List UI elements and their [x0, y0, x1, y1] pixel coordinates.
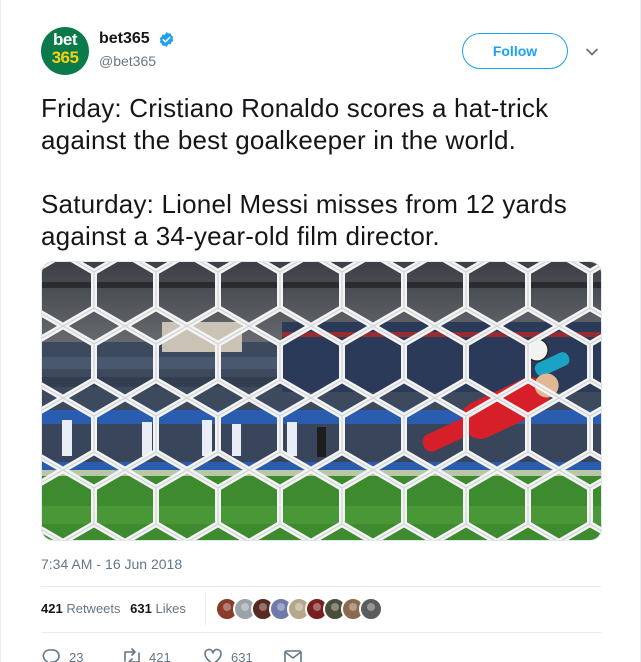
- likes-count: 631: [130, 601, 152, 616]
- verified-badge-icon: [159, 31, 174, 47]
- envelope-icon: [284, 650, 302, 662]
- tweet-stats: 421 Retweets 631 Likes: [41, 593, 206, 625]
- tweet-text: Friday: Cristiano Ronaldo scores a hat-t…: [41, 93, 567, 251]
- liker-avatar-face: [313, 603, 321, 611]
- tweet-timestamp[interactable]: 7:34 AM -16 Jun 2018: [41, 556, 182, 572]
- display-name[interactable]: bet365: [99, 30, 150, 48]
- timestamp-separator: -: [96, 556, 102, 572]
- tweet-time: 7:34 AM: [41, 556, 93, 572]
- stats-separator: [205, 593, 206, 625]
- liker-avatar-face: [259, 603, 267, 611]
- follow-button[interactable]: Follow: [462, 33, 568, 69]
- liker-avatar-face: [223, 603, 231, 611]
- avatar-text-bottom: 365: [51, 48, 79, 67]
- account-handle[interactable]: @bet365: [99, 53, 175, 69]
- retweet-count: 421: [149, 650, 171, 662]
- retweets-count: 421: [41, 601, 63, 616]
- likers-avatar-list: [215, 597, 383, 621]
- reply-icon: [42, 649, 60, 662]
- tweet-photo[interactable]: [41, 261, 602, 541]
- heart-icon: [204, 648, 222, 662]
- like-count: 631: [231, 650, 253, 662]
- retweets-stat[interactable]: 421 Retweets: [41, 601, 121, 616]
- liker-avatar-face: [367, 603, 375, 611]
- football-goal-photo: [42, 262, 601, 540]
- likes-label: Likes: [155, 601, 186, 616]
- divider: [41, 632, 601, 633]
- liker-avatar-face: [277, 603, 285, 611]
- tweet-card: bet 365 bet365 @bet365 Follow Friday: Cr…: [0, 0, 641, 662]
- tweet-header: bet 365 bet365 @bet365 Follow: [41, 27, 611, 79]
- tweet-date: 16 Jun 2018: [105, 556, 183, 572]
- reply-count: 23: [69, 650, 84, 662]
- liker-avatar[interactable]: [359, 597, 383, 621]
- tweet-actions: 23 421 631: [41, 646, 601, 662]
- account-names[interactable]: bet365 @bet365: [99, 30, 175, 69]
- liker-avatar-face: [295, 603, 303, 611]
- liker-avatar-face: [349, 603, 357, 611]
- likes-stat[interactable]: 631 Likes: [130, 601, 186, 616]
- chevron-down-icon[interactable]: [583, 43, 601, 61]
- liker-avatar-face: [241, 603, 249, 611]
- account-avatar[interactable]: bet 365: [41, 27, 89, 75]
- retweets-label: Retweets: [66, 601, 121, 616]
- divider: [41, 586, 601, 587]
- liker-avatar-face: [331, 603, 339, 611]
- retweet-icon: [124, 648, 140, 662]
- avatar-text-top: bet: [53, 30, 78, 49]
